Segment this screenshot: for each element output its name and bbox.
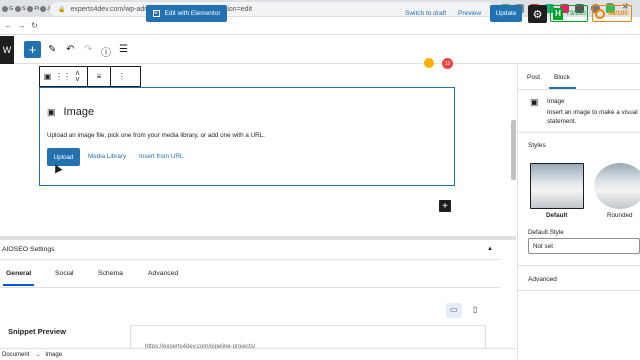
- image-icon: ▣: [530, 97, 539, 107]
- favicon-icon: [14, 5, 21, 12]
- divider: [0, 287, 500, 288]
- aioseo-score-button[interactable]: H 73/100: [550, 5, 588, 22]
- style-default-preview[interactable]: [530, 163, 584, 209]
- tab-post[interactable]: Post: [527, 74, 540, 81]
- divider: [518, 265, 640, 266]
- image-icon[interactable]: ▣: [40, 72, 55, 81]
- styles-heading[interactable]: Styles: [528, 142, 546, 149]
- divider: [518, 290, 640, 291]
- details-icon[interactable]: ⓘ: [101, 44, 111, 59]
- score-circle-icon: [595, 8, 605, 19]
- tab-schema[interactable]: Schema: [98, 270, 123, 277]
- collapse-caret-icon[interactable]: ▲: [487, 246, 493, 252]
- placeholder-title: ▣ Image: [47, 106, 94, 118]
- favicon-icon: [40, 5, 47, 12]
- active-tab-indicator: [3, 284, 34, 286]
- breadcrumb-image[interactable]: Image: [45, 352, 62, 358]
- truseo-score: 58/100: [608, 10, 628, 17]
- lock-icon: 🔒: [58, 6, 66, 13]
- list-view-icon[interactable]: ☰: [119, 44, 128, 55]
- block-toolbar: ▣ ⋮⋮ ˄ ˅ ≡ ⋮: [39, 66, 141, 87]
- tab-block[interactable]: Block: [554, 74, 570, 81]
- tab-general[interactable]: General: [6, 270, 31, 277]
- notification-badge: 12: [442, 58, 453, 69]
- preview-button[interactable]: Preview: [458, 10, 481, 17]
- style-rounded-label: Rounded: [607, 212, 633, 219]
- move-icon[interactable]: ˄ ˅: [70, 69, 85, 83]
- breadcrumb-document[interactable]: Document: [2, 352, 29, 358]
- placeholder-instructions: Upload an image file, pick one from your…: [47, 132, 265, 139]
- edit-tool-icon[interactable]: ✎: [48, 44, 56, 55]
- browser-tab[interactable]: S: [14, 2, 27, 15]
- settings-gear-icon[interactable]: ⚙: [528, 5, 547, 23]
- style-default-label: Default: [546, 212, 568, 219]
- block-card-description: Insert an image to make a visual stateme…: [547, 109, 638, 125]
- aioseo-settings-title: AIOSEO Settings: [2, 246, 55, 253]
- emoji-icon: [424, 58, 434, 68]
- add-block-button[interactable]: +: [439, 200, 451, 212]
- move-down-icon[interactable]: ˅: [70, 75, 85, 83]
- browser-tab-label: G: [9, 5, 14, 12]
- media-library-button[interactable]: Media Library: [88, 153, 126, 160]
- browser-tab-label: Pi: [34, 5, 39, 12]
- browser-tab[interactable]: G: [2, 2, 14, 15]
- forward-icon[interactable]: →: [15, 21, 28, 30]
- aioseo-metabox-header[interactable]: [0, 240, 500, 260]
- truseo-score-button[interactable]: 58/100: [592, 5, 632, 22]
- favicon-icon: [27, 5, 34, 12]
- browser-tab-label: S: [21, 5, 26, 12]
- elementor-icon: E: [152, 10, 160, 17]
- favicon-icon: [2, 5, 8, 12]
- divider: [518, 89, 640, 90]
- default-style-select[interactable]: Not set: [528, 238, 640, 254]
- divider: [518, 132, 640, 133]
- switch-to-draft-button[interactable]: Switch to draft: [405, 10, 446, 17]
- browser-tab[interactable]: Pi: [27, 2, 39, 15]
- default-style-label: Default Style: [528, 229, 564, 236]
- wordpress-logo[interactable]: W: [0, 36, 14, 64]
- toolbar-divider: [110, 66, 111, 87]
- breadcrumb-arrow-icon: →: [34, 351, 41, 358]
- style-rounded-preview[interactable]: [594, 163, 640, 209]
- tab-social[interactable]: Social: [55, 270, 74, 277]
- block-breadcrumb: Document → Image: [0, 348, 516, 360]
- back-icon[interactable]: ←: [2, 21, 15, 30]
- toolbar-divider: [87, 66, 88, 87]
- block-card-title: Image: [547, 98, 565, 105]
- redo-icon[interactable]: ↷: [84, 44, 92, 55]
- undo-icon[interactable]: ↶: [66, 44, 74, 55]
- upload-button[interactable]: Upload: [47, 148, 80, 166]
- image-icon: ▣: [47, 106, 56, 117]
- block-inserter-button[interactable]: +: [24, 41, 41, 58]
- insert-from-url-button[interactable]: Insert from URL: [139, 153, 183, 160]
- placeholder-title-text: Image: [63, 106, 95, 118]
- edit-with-elementor-label: Edit with Elementor: [164, 10, 221, 17]
- editor-header: W + ✎ ↶ ↷ ⓘ ☰: [0, 36, 640, 64]
- tab-advanced[interactable]: Advanced: [148, 270, 178, 277]
- reload-icon[interactable]: ↻: [28, 21, 41, 30]
- mobile-preview-icon[interactable]: ▯: [473, 305, 477, 314]
- editor-scrollbar[interactable]: [511, 120, 516, 180]
- align-icon[interactable]: ≡: [90, 72, 108, 81]
- snippet-preview-title: Snippet Preview: [8, 327, 66, 336]
- desktop-preview-icon[interactable]: ▭: [450, 305, 458, 314]
- drag-handle-icon[interactable]: ⋮⋮: [55, 72, 71, 81]
- edit-with-elementor-button[interactable]: E Edit with Elementor: [146, 5, 227, 22]
- aioseo-score: 73/100: [566, 10, 586, 17]
- more-options-icon[interactable]: ⋮: [113, 72, 131, 81]
- advanced-panel-toggle[interactable]: Advanced: [528, 276, 557, 283]
- aioseo-icon: H: [553, 7, 563, 20]
- update-button[interactable]: Update: [490, 5, 522, 22]
